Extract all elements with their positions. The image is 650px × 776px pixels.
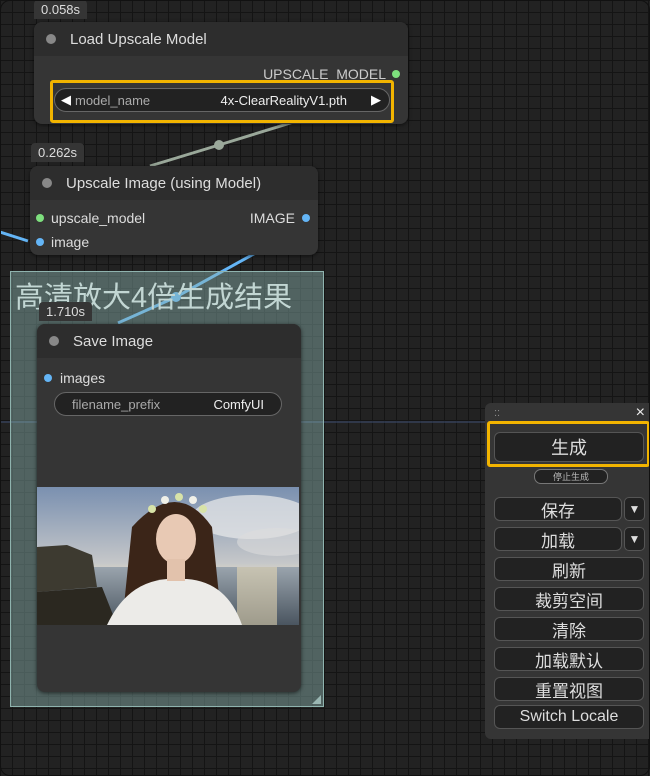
load-button[interactable]: 加载 bbox=[494, 527, 622, 551]
reset-view-button[interactable]: 重置视图 bbox=[494, 677, 644, 701]
dropdown-arrow-icon[interactable]: ▼ bbox=[624, 497, 645, 521]
switch-locale-button[interactable]: Switch Locale bbox=[494, 705, 644, 729]
node-title: Save Image bbox=[73, 332, 154, 350]
input-label: upscale_model bbox=[51, 210, 146, 226]
node-timing: 1.710s bbox=[39, 302, 93, 321]
collapse-dot-icon[interactable] bbox=[46, 34, 56, 44]
refresh-button[interactable]: 刷新 bbox=[494, 557, 644, 581]
portrait-image bbox=[37, 487, 299, 625]
collapse-dot-icon[interactable] bbox=[49, 336, 59, 346]
save-button[interactable]: 保存 bbox=[494, 497, 622, 521]
clipspace-button[interactable]: 裁剪空间 bbox=[494, 587, 644, 611]
node-title-bar[interactable]: Save Image bbox=[37, 324, 301, 358]
load-default-button[interactable]: 加载默认 bbox=[494, 647, 644, 671]
input-dot-icon[interactable] bbox=[44, 374, 52, 382]
clear-button[interactable]: 清除 bbox=[494, 617, 644, 641]
input-dot-icon[interactable] bbox=[36, 214, 44, 222]
highlight-box bbox=[50, 80, 394, 123]
input-slot-images[interactable]: images bbox=[44, 370, 105, 386]
filename-prefix-field[interactable]: filename_prefix ComfyUI bbox=[54, 392, 282, 416]
highlight-box bbox=[487, 421, 650, 467]
collapse-dot-icon[interactable] bbox=[42, 178, 52, 188]
node-title-bar[interactable]: Upscale Image (using Model) bbox=[30, 166, 318, 200]
output-slot-image[interactable]: IMAGE bbox=[250, 210, 310, 226]
field-label: filename_prefix bbox=[72, 396, 161, 412]
output-preview-image[interactable] bbox=[37, 487, 299, 625]
input-label: image bbox=[51, 234, 90, 250]
input-slot-image[interactable]: image bbox=[36, 234, 89, 250]
close-icon[interactable]: × bbox=[636, 404, 645, 422]
resize-handle-icon[interactable] bbox=[312, 695, 321, 704]
node-timing: 0.058s bbox=[34, 0, 88, 19]
drag-handle-icon[interactable]: :: bbox=[494, 407, 500, 419]
input-dot-icon[interactable] bbox=[36, 238, 44, 246]
node-title-bar[interactable]: Load Upscale Model bbox=[34, 22, 408, 56]
node-title: Upscale Image (using Model) bbox=[66, 174, 262, 192]
interrupt-button[interactable]: 停止生成 bbox=[534, 469, 608, 484]
input-label: images bbox=[60, 370, 106, 386]
node-timing: 0.262s bbox=[31, 143, 85, 162]
upscale-image-node[interactable]: Upscale Image (using Model) upscale_mode… bbox=[30, 166, 318, 255]
node-title: Load Upscale Model bbox=[70, 30, 207, 48]
output-dot-icon[interactable] bbox=[392, 70, 400, 78]
input-slot-upscale-model[interactable]: upscale_model bbox=[36, 210, 145, 226]
output-dot-icon[interactable] bbox=[302, 214, 310, 222]
output-label: IMAGE bbox=[249, 210, 295, 226]
dropdown-arrow-icon[interactable]: ▼ bbox=[624, 527, 645, 551]
field-value: ComfyUI bbox=[213, 396, 264, 412]
